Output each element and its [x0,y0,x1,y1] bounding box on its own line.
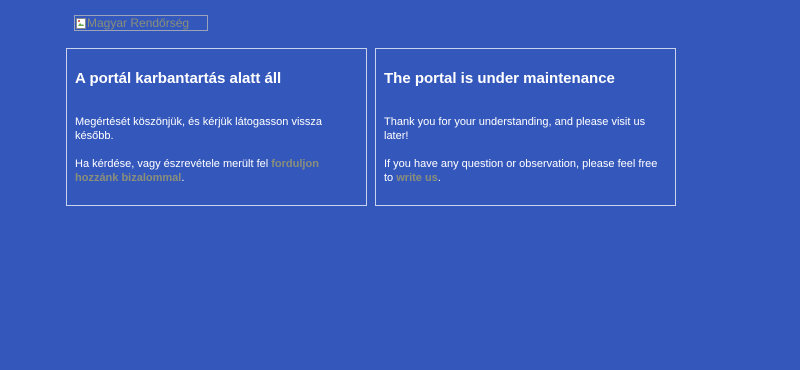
logo-alt-text: Magyar Rendőrség [87,16,190,30]
english-message: Thank you for your understanding, and pl… [384,116,646,142]
english-contact-suffix: . [437,172,441,184]
english-title: The portal is under maintenance [384,70,615,87]
hungarian-message: Megértését köszönjük, és kérjük látogass… [75,116,323,142]
hungarian-contact: Ha kérdése, vagy észrevétele merült fel … [75,157,358,185]
hungarian-title: A portál karbantartás alatt áll [75,70,282,87]
english-contact-link[interactable]: write us [396,172,438,184]
broken-image-icon [76,17,86,29]
english-contact: If you have any question or observation,… [384,157,667,185]
logo-image[interactable]: Magyar Rendőrség [74,15,208,31]
hungarian-contact-prefix: Ha kérdése, vagy észrevétele merült fel [75,158,272,170]
maintenance-page: Magyar Rendőrség A portál karbantartás a… [0,0,800,370]
english-panel: The portal is under maintenance Thank yo… [375,48,676,206]
hungarian-panel: A portál karbantartás alatt áll Megértés… [66,48,367,206]
hungarian-contact-suffix: . [181,172,185,184]
